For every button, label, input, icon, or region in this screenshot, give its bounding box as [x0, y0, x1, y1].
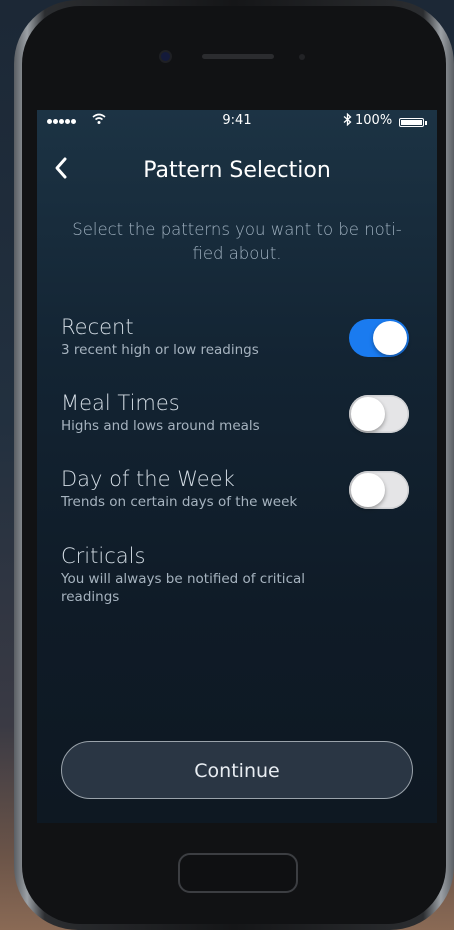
bluetooth-icon [343, 113, 352, 126]
pattern-row-criticals: Criticals You will always be notified of… [61, 544, 341, 606]
battery-icon [399, 118, 427, 127]
day-of-week-toggle[interactable] [349, 471, 409, 509]
meal-times-toggle[interactable] [349, 395, 409, 433]
home-button[interactable] [178, 853, 298, 893]
pattern-row-recent: Recent 3 recent high or low readings [61, 315, 421, 359]
recent-toggle[interactable] [349, 319, 409, 357]
instructions-text: Select the patterns you want to be noti-… [72, 220, 402, 263]
navigation-bar: Pattern Selection [37, 146, 437, 190]
toggle-knob [373, 321, 407, 355]
page-title: Pattern Selection [143, 158, 331, 183]
pattern-description: You will always be notified of critical … [61, 571, 306, 605]
pattern-row-day-of-week: Day of the Week Trends on certain days o… [61, 467, 421, 511]
toggle-knob [351, 473, 385, 507]
earpiece-speaker [202, 54, 274, 59]
continue-button[interactable]: Continue [61, 741, 413, 799]
front-camera [161, 52, 170, 61]
status-bar: 9:41 100% [37, 110, 437, 134]
proximity-sensor [299, 54, 305, 60]
pattern-row-meal-times: Meal Times Highs and lows around meals [61, 391, 421, 435]
toggle-knob [351, 397, 385, 431]
pattern-title: Criticals [61, 544, 146, 568]
battery-percent: 100% [355, 113, 393, 128]
app-screen: 9:41 100% Pattern Selection Select the p… [37, 110, 437, 823]
